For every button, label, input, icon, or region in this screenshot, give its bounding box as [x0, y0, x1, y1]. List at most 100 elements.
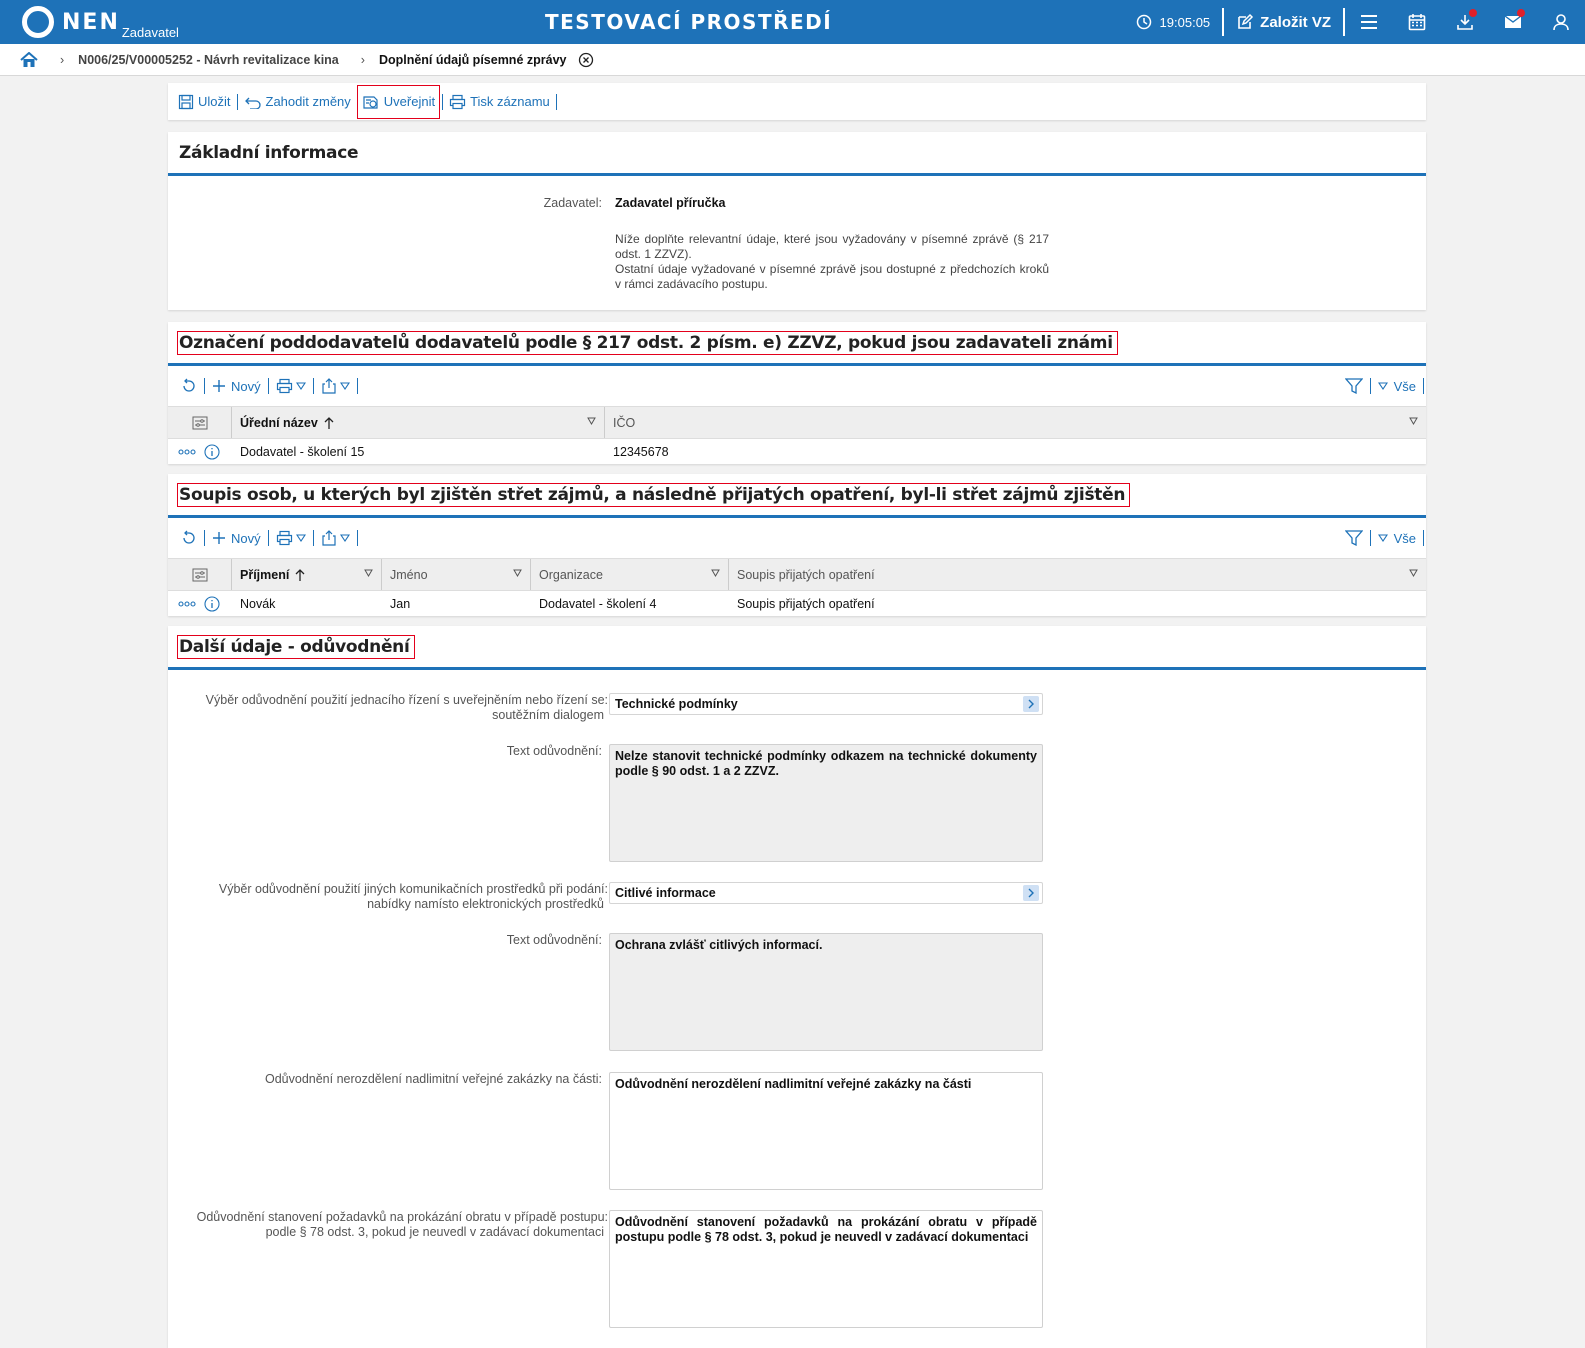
discard-changes-label: Zahodit změny: [265, 94, 351, 109]
no-division-text-area[interactable]: Odůvodnění nerozdělení nadlimitní veřejn…: [609, 1072, 1043, 1190]
caret-down-icon[interactable]: [513, 569, 522, 577]
export-dropdown[interactable]: [316, 378, 355, 394]
undo-icon: [244, 97, 261, 109]
caret-down-icon[interactable]: [1409, 569, 1418, 577]
procedure-justification-label: Výběr odůvodnění použití jednacího řízen…: [206, 693, 608, 723]
nen-logo[interactable]: NEN Zadavatel: [22, 6, 179, 40]
refresh-button[interactable]: [176, 378, 202, 394]
column-settings-button[interactable]: [168, 559, 232, 590]
export-dropdown[interactable]: [316, 530, 355, 546]
print-dropdown[interactable]: [271, 378, 311, 394]
column-label: Organizace: [539, 567, 603, 582]
breadcrumb-item-tender[interactable]: N006/25/V00005252 - Návrh revitalizace k…: [78, 53, 339, 67]
close-circle-icon: [579, 52, 594, 67]
info-icon[interactable]: [204, 596, 220, 612]
sort-ascending-icon: [324, 416, 334, 429]
communication-text-area[interactable]: Ochrana zvlášť citlivých informací.: [609, 933, 1043, 1051]
downloads-button[interactable]: [1441, 0, 1489, 44]
column-label: Soupis přijatých opatření: [737, 567, 875, 582]
filter-button[interactable]: [1340, 530, 1368, 546]
turnover-text-area[interactable]: Odůvodnění stanovení požadavků na prokáz…: [609, 1210, 1043, 1328]
selected-value: Technické podmínky: [615, 697, 738, 711]
close-tab-button[interactable]: [578, 52, 594, 68]
justification-section: Další údaje - odůvodnění Výběr odůvodněn…: [168, 626, 1426, 1348]
contracting-authority-value: Zadavatel příručka: [615, 196, 726, 210]
justification-text-label: Text odůvodnění:: [506, 744, 602, 758]
print-record-label: Tisk záznamu: [470, 94, 550, 109]
publish-button[interactable]: Uveřejnit: [356, 84, 441, 119]
view-all-dropdown[interactable]: Vše: [1373, 531, 1421, 546]
caret-down-icon: [295, 534, 306, 542]
divider: [1423, 378, 1424, 394]
messages-button[interactable]: [1489, 0, 1537, 44]
divider: [312, 530, 314, 546]
publish-icon: [363, 95, 378, 109]
section-title: Označení poddodavatelů dodavatelů podle …: [177, 330, 1118, 355]
grid-header: Úřední název IČO: [168, 406, 1426, 439]
caret-down-icon[interactable]: [711, 569, 720, 577]
create-tender-label: Založit VZ: [1260, 13, 1331, 31]
column-header-surname[interactable]: Příjmení: [232, 559, 382, 590]
notification-dot: [1517, 9, 1525, 17]
section-title: Další údaje - odůvodnění: [177, 634, 415, 659]
print-record-button[interactable]: Tisk záznamu: [445, 85, 554, 119]
caret-down-icon: [295, 382, 306, 390]
column-header-measures[interactable]: Soupis přijatých opatření: [729, 559, 1426, 590]
new-row-button[interactable]: Nový: [207, 379, 266, 394]
column-label: Úřední název: [240, 415, 318, 430]
column-label: IČO: [613, 415, 636, 430]
info-icon[interactable]: [204, 444, 220, 460]
logo-subtitle: Zadavatel: [121, 25, 179, 40]
caret-down-icon[interactable]: [1409, 417, 1418, 425]
column-header-name[interactable]: Úřední název: [232, 407, 605, 438]
procedure-justification-select[interactable]: Technické podmínky: [609, 693, 1043, 715]
refresh-button[interactable]: [176, 530, 202, 546]
divider: [555, 93, 557, 110]
notification-dot: [1469, 9, 1477, 17]
home-button[interactable]: [20, 51, 38, 68]
filter-icon: [1344, 378, 1363, 394]
column-header-first-name[interactable]: Jméno: [382, 559, 531, 590]
communication-justification-select[interactable]: Citlivé informace: [609, 882, 1043, 904]
justification-text-area[interactable]: Nelze stanovit technické podmínky odkaze…: [609, 744, 1043, 862]
print-icon: [276, 378, 292, 394]
column-header-organization[interactable]: Organizace: [531, 559, 729, 590]
new-row-button[interactable]: Nový: [207, 531, 266, 546]
more-options-icon[interactable]: [178, 601, 196, 607]
session-clock: 19:05:05: [1136, 14, 1223, 30]
calendar-button[interactable]: [1393, 0, 1441, 44]
print-dropdown[interactable]: [271, 530, 311, 546]
calendar-icon: [1408, 14, 1426, 31]
divider: [1423, 530, 1424, 546]
chevron-right-icon[interactable]: [1023, 885, 1039, 901]
caret-down-icon[interactable]: [364, 569, 373, 577]
create-tender-button[interactable]: Založit VZ: [1224, 13, 1343, 31]
plus-icon: [213, 532, 225, 544]
plus-icon: [213, 380, 225, 392]
view-all-label: Vše: [1393, 378, 1416, 394]
table-row[interactable]: Novák Jan Dodavatel - školení 4 Soupis p…: [168, 591, 1426, 617]
column-header-ico[interactable]: IČO: [605, 407, 1426, 438]
divider: [356, 378, 358, 394]
chevron-right-icon[interactable]: [1023, 696, 1039, 712]
user-button[interactable]: [1537, 0, 1585, 44]
discard-changes-button[interactable]: Zahodit změny: [240, 85, 355, 119]
more-options-icon[interactable]: [178, 449, 196, 455]
selected-value: Citlivé informace: [615, 886, 716, 900]
filter-button[interactable]: [1340, 378, 1368, 394]
justification-text-label: Text odůvodnění:: [506, 933, 602, 947]
save-button[interactable]: Uložit: [174, 85, 235, 119]
menu-button[interactable]: [1345, 0, 1393, 44]
list-toolbar: Nový Vše: [168, 518, 1426, 558]
caret-down-icon: [339, 382, 350, 390]
column-settings-button[interactable]: [168, 407, 232, 438]
table-row[interactable]: Dodavatel - školení 15 12345678: [168, 439, 1426, 465]
caret-down-icon[interactable]: [587, 417, 596, 425]
breadcrumb-current: Doplnění údajů písemné zprávy: [378, 52, 567, 67]
view-all-dropdown[interactable]: Vše: [1373, 379, 1421, 394]
info-note-line1: Níže doplňte relevantní údaje, které jso…: [615, 232, 1049, 261]
info-note: Níže doplňte relevantní údaje, které jso…: [615, 232, 1049, 292]
label-line: nabídky namísto elektronických prostředk…: [367, 897, 604, 911]
refresh-icon: [183, 530, 195, 544]
settings-sliders-icon: [192, 416, 207, 429]
